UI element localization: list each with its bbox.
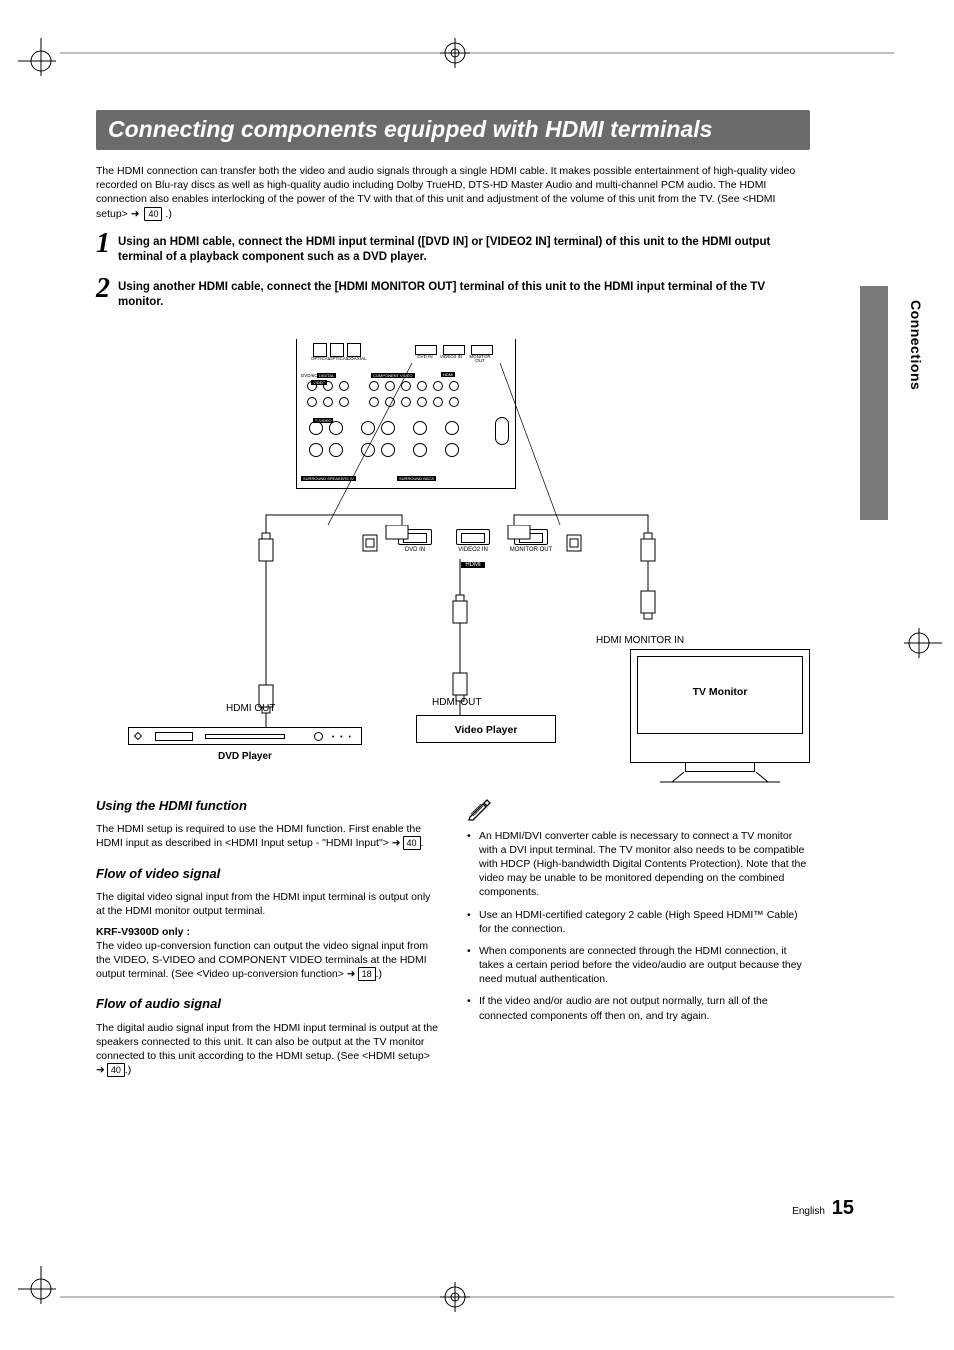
page-ref-18: 18 — [358, 967, 376, 981]
intro-text: The HDMI connection can transfer both th… — [96, 165, 795, 220]
section-tab-label: Connections — [908, 300, 924, 390]
page-ref-40b: 40 — [403, 836, 421, 850]
step-1: 1 Using an HDMI cable, connect the HDMI … — [96, 231, 810, 266]
para-krf: KRF-V9300D only : The video up-conversio… — [96, 925, 439, 982]
tv-monitor-caption: TV Monitor — [631, 686, 809, 698]
footer-page-number: 15 — [832, 1197, 854, 1219]
crop-mark-r — [896, 620, 942, 666]
label-hdmi-out-right: HDMI OUT — [432, 697, 481, 708]
note-item-4: If the video and/or audio are not output… — [467, 994, 810, 1022]
right-column: An HDMI/DVI converter cable is necessary… — [467, 797, 810, 1084]
connection-diagram: OPTICAL OPTICAL COAXIAL DIGITAL DVD IN V… — [96, 339, 810, 769]
para-flow-audio: The digital audio signal input from the … — [96, 1021, 439, 1078]
footer-lang: English — [792, 1206, 825, 1217]
page-ref-40c: 40 — [107, 1063, 125, 1077]
heading-flow-audio: Flow of audio signal — [96, 995, 439, 1013]
page-footer: English 15 — [792, 1197, 854, 1220]
intro-paragraph: The HDMI connection can transfer both th… — [96, 164, 810, 221]
label-hdmi-out-left: HDMI OUT — [226, 703, 275, 714]
section-title: Connecting components equipped with HDMI… — [96, 110, 810, 150]
video-player-box: Video Player — [416, 715, 556, 743]
para-flow-video: The digital video signal input from the … — [96, 890, 439, 918]
note-icon — [467, 797, 491, 821]
crop-mark-tl — [18, 38, 64, 84]
intro-tail: .) — [165, 208, 171, 220]
step-1-text: Using an HDMI cable, connect the HDMI in… — [118, 231, 810, 266]
note-item-3: When components are connected through th… — [467, 944, 810, 987]
step-2-number: 2 — [96, 276, 110, 311]
closeup-plugs — [362, 525, 562, 565]
page-ref-40a: 40 — [144, 207, 162, 221]
dvd-player-caption: DVD Player — [128, 751, 362, 762]
step-1-number: 1 — [96, 231, 110, 266]
krf-label: KRF-V9300D only : — [96, 926, 190, 938]
para-hdmi-setup: The HDMI setup is required to use the HD… — [96, 822, 439, 850]
left-column: Using the HDMI function The HDMI setup i… — [96, 797, 439, 1084]
heading-flow-video: Flow of video signal — [96, 865, 439, 883]
note-item-2: Use an HDMI-certified category 2 cable (… — [467, 908, 810, 936]
step-2-text: Using another HDMI cable, connect the [H… — [118, 276, 810, 311]
dvd-player-unit: • • • DVD Player — [128, 727, 362, 762]
heading-using-hdmi: Using the HDMI function — [96, 797, 439, 815]
step-2: 2 Using another HDMI cable, connect the … — [96, 276, 810, 311]
crop-bar-bottom — [60, 1282, 894, 1312]
crop-bar-top — [60, 38, 894, 68]
section-tab-bg — [860, 286, 888, 520]
note-item-1: An HDMI/DVI converter cable is necessary… — [467, 829, 810, 900]
crop-mark-bl — [18, 1266, 64, 1312]
tv-monitor-unit: TV Monitor — [630, 619, 810, 791]
